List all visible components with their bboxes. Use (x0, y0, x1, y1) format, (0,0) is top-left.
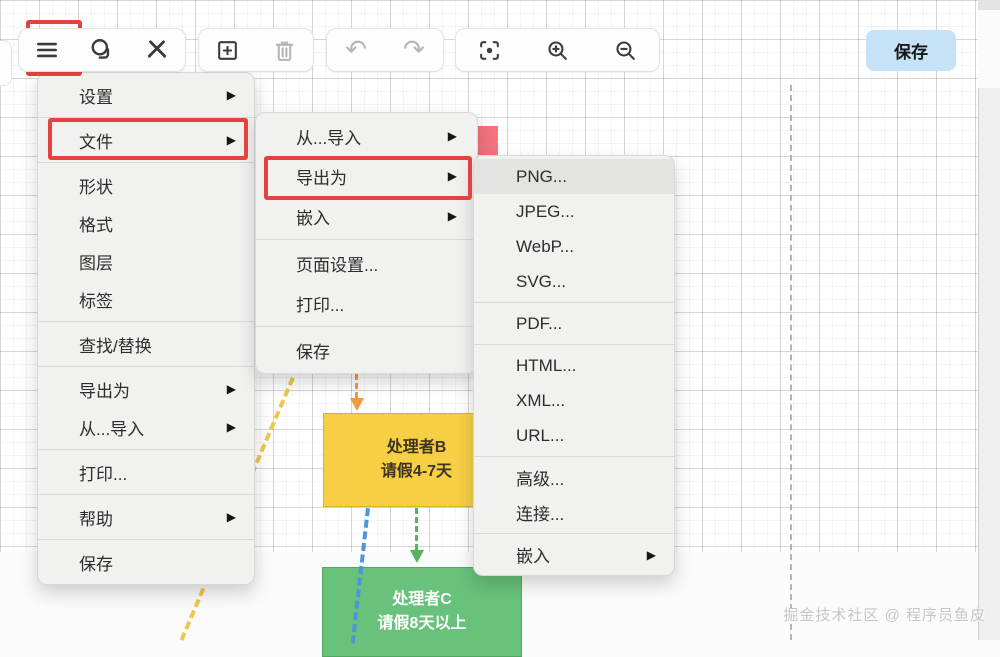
menu-item-format[interactable]: 格式 (38, 204, 254, 242)
menu-separator (38, 321, 254, 322)
menu-separator (38, 494, 254, 495)
menu-item-file-save[interactable]: 保存 (256, 330, 477, 370)
save-button[interactable]: 保存 (866, 30, 956, 71)
menu-item-export-advanced[interactable]: 高级... (474, 460, 674, 495)
menu-separator (38, 366, 254, 367)
menu-item-save-main[interactable]: 保存 (38, 543, 254, 581)
flow-node-handler-c[interactable]: 处理者C 请假8天以上 (322, 567, 522, 657)
toolbar-group-history: ↶ ↷ (326, 28, 444, 72)
hamburger-menu-button[interactable] (28, 31, 66, 69)
menu-item-find-replace[interactable]: 查找/替换 (38, 325, 254, 363)
menu-separator (474, 302, 674, 303)
submenu-arrow-icon: ▶ (448, 129, 457, 143)
menu-item-export-xml[interactable]: XML... (474, 383, 674, 418)
sketch-style-button[interactable] (138, 31, 176, 69)
toolbar-group-edit (198, 28, 314, 72)
menu-item-file-import-from[interactable]: 从...导入 ▶ (256, 116, 477, 156)
delete-button[interactable] (266, 31, 304, 69)
menu-separator (474, 456, 674, 457)
toolbar-group-main (18, 28, 186, 72)
menu-item-file-print[interactable]: 打印... (256, 283, 477, 323)
node-b-title: 处理者B (387, 436, 447, 460)
fit-page-button[interactable] (471, 31, 509, 69)
menu-item-shapes[interactable]: 形状 (38, 166, 254, 204)
hamburger-icon (34, 37, 60, 63)
menu-item-file-export-as[interactable]: 导出为 ▶ (256, 156, 477, 196)
zoom-in-button[interactable] (538, 31, 576, 69)
insert-plus-icon (215, 38, 240, 63)
menu-item-import-from[interactable]: 从...导入 ▶ (38, 408, 254, 446)
menu-item-help[interactable]: 帮助 ▶ (38, 498, 254, 536)
undo-icon: ↶ (345, 37, 367, 63)
zoom-out-button[interactable] (606, 31, 644, 69)
zoom-in-icon (545, 38, 570, 63)
menu-item-export-url[interactable]: URL... (474, 418, 674, 453)
node-b-subtitle: 请假4-7天 (381, 460, 452, 484)
menu-item-export-links[interactable]: 连接... (474, 495, 674, 530)
fit-page-icon (477, 38, 502, 63)
menu-item-settings[interactable]: 设置 ▶ (38, 76, 254, 114)
menu-item-export-jpeg[interactable]: JPEG... (474, 194, 674, 229)
file-submenu: 从...导入 ▶ 导出为 ▶ 嵌入 ▶ 页面设置... 打印... 保存 (255, 112, 478, 374)
toolbar-group-zoom (455, 28, 660, 72)
undo-button[interactable]: ↶ (337, 31, 375, 69)
menu-item-export-embed[interactable]: 嵌入 ▶ (474, 537, 674, 572)
watermark-text: 掘金技术社区 @ 程序员鱼皮 (783, 604, 986, 625)
menu-item-print[interactable]: 打印... (38, 453, 254, 491)
menu-item-file-embed[interactable]: 嵌入 ▶ (256, 196, 477, 236)
menu-item-tags[interactable]: 标签 (38, 280, 254, 318)
menu-separator (38, 539, 254, 540)
partial-left-panel (0, 40, 12, 86)
menu-item-layers[interactable]: 图层 (38, 242, 254, 280)
menu-separator (474, 533, 674, 534)
menu-item-file[interactable]: 文件 ▶ (38, 121, 254, 159)
menu-item-export-svg[interactable]: SVG... (474, 264, 674, 299)
menu-separator (38, 117, 254, 118)
menu-item-export-png[interactable]: PNG... (474, 159, 674, 194)
export-submenu: PNG... JPEG... WebP... SVG... PDF... HTM… (473, 155, 675, 576)
orange-arrowhead-icon (350, 398, 364, 411)
trash-icon (272, 38, 297, 63)
submenu-arrow-icon: ▶ (227, 382, 236, 396)
submenu-arrow-icon: ▶ (227, 133, 236, 147)
edge-green-dashed[interactable] (415, 508, 418, 550)
menu-item-export-pdf[interactable]: PDF... (474, 306, 674, 341)
menu-separator (38, 162, 254, 163)
menu-item-export-webp[interactable]: WebP... (474, 229, 674, 264)
menu-separator (474, 344, 674, 345)
shapes-icon (89, 37, 115, 63)
submenu-arrow-icon: ▶ (227, 88, 236, 102)
redo-button[interactable]: ↷ (395, 31, 433, 69)
crossed-pencils-icon (144, 37, 170, 63)
menu-item-export-html[interactable]: HTML... (474, 348, 674, 383)
node-c-title: 处理者C (392, 588, 452, 612)
submenu-arrow-icon: ▶ (227, 420, 236, 434)
submenu-arrow-icon: ▶ (448, 169, 457, 183)
menu-item-page-setup[interactable]: 页面设置... (256, 243, 477, 283)
offpage-right-band (978, 88, 1000, 640)
submenu-arrow-icon: ▶ (647, 548, 656, 562)
green-arrowhead-icon (410, 550, 424, 563)
zoom-out-icon (613, 38, 638, 63)
menu-separator (256, 326, 477, 327)
edge-orange-dashed[interactable] (355, 374, 358, 398)
page-break-divider (790, 85, 792, 640)
node-c-subtitle: 请假8天以上 (378, 612, 467, 636)
main-menu: 设置 ▶ 文件 ▶ 形状 格式 图层 标签 查找/替换 导出为 ▶ 从...导入… (37, 72, 255, 585)
redo-icon: ↷ (403, 37, 425, 63)
insert-button[interactable] (209, 31, 247, 69)
menu-separator (256, 239, 477, 240)
submenu-arrow-icon: ▶ (227, 510, 236, 524)
submenu-arrow-icon: ▶ (448, 209, 457, 223)
menu-item-export-as[interactable]: 导出为 ▶ (38, 370, 254, 408)
menu-separator (38, 449, 254, 450)
shapes-button[interactable] (83, 31, 121, 69)
